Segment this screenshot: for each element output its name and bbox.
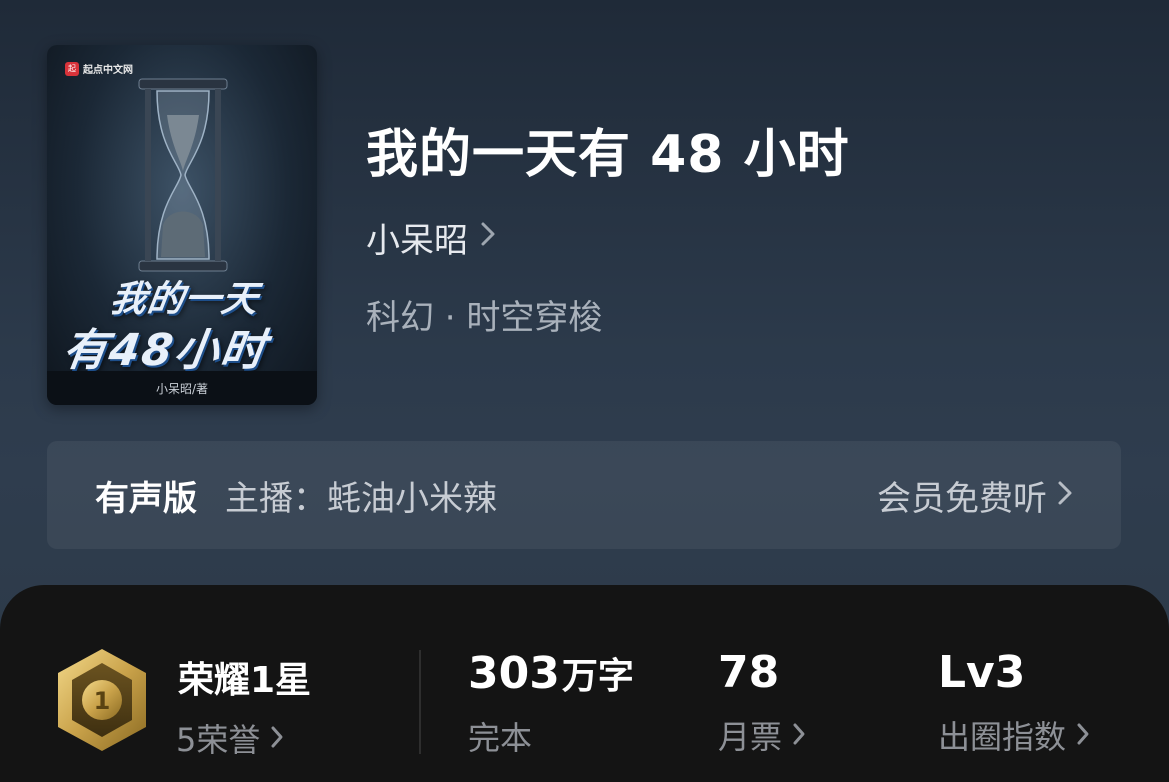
cover-author-credit: 小呆昭/著: [47, 371, 317, 405]
chevron-right-icon: [480, 220, 496, 255]
book-title: 我的一天有 48 小时: [366, 125, 850, 185]
member-free-listen-label: 会员免费听: [877, 478, 1047, 519]
audio-version-label: 有声版: [95, 478, 197, 519]
audio-version-card[interactable]: 有声版 主播：蚝油小米辣 会员免费听: [47, 441, 1121, 549]
honor-count: 5荣誉: [176, 721, 261, 759]
popularity-index-value: Lv3: [938, 647, 1026, 698]
audio-host: 主播：蚝油小米辣: [225, 478, 497, 519]
word-count-unit: 万字: [561, 656, 634, 697]
cover-title-art: 我的一天 有48小时: [59, 270, 314, 378]
member-free-listen-button[interactable]: 会员免费听: [877, 471, 1073, 520]
popularity-index-label: 出圈指数: [938, 718, 1067, 756]
badge-number: 1: [94, 687, 111, 715]
publisher-logo-icon: 起: [65, 61, 79, 76]
stats-panel: 1 荣耀1星 5荣誉 303 万字 完本 78 月票 Lv3 出圈指数: [0, 585, 1169, 782]
cover-title-line2: 有48小时: [59, 325, 271, 376]
honor-title: 荣耀1星: [178, 660, 312, 701]
completion-status: 完本: [468, 719, 533, 757]
stats-divider: [419, 650, 421, 754]
publisher-logo: 起 起点中文网: [65, 61, 133, 76]
honor-link[interactable]: 5荣誉: [176, 715, 284, 761]
popularity-index-stat[interactable]: Lv3 出圈指数: [938, 647, 1090, 758]
hourglass-illustration: [138, 78, 228, 272]
author-name: 小呆昭: [366, 221, 468, 261]
monthly-tickets-stat[interactable]: 78 月票: [718, 647, 806, 758]
word-count-stat: 303 万字 完本: [468, 647, 634, 759]
author-link[interactable]: 小呆昭: [366, 213, 496, 262]
chevron-right-icon: [270, 719, 284, 757]
book-cover[interactable]: 起 起点中文网 我的一天 有48小时 小呆昭/著: [47, 45, 317, 405]
publisher-name: 起点中文网: [83, 65, 133, 76]
monthly-tickets-value: 78: [718, 647, 780, 698]
word-count-value: 303: [468, 648, 560, 699]
monthly-tickets-label: 月票: [718, 718, 783, 756]
book-genre[interactable]: 科幻 · 时空穿梭: [366, 290, 602, 339]
chevron-right-icon: [1076, 716, 1090, 754]
honor-badge-icon[interactable]: 1: [52, 645, 152, 755]
chevron-right-icon: [792, 716, 806, 754]
chevron-right-icon: [1057, 475, 1073, 515]
